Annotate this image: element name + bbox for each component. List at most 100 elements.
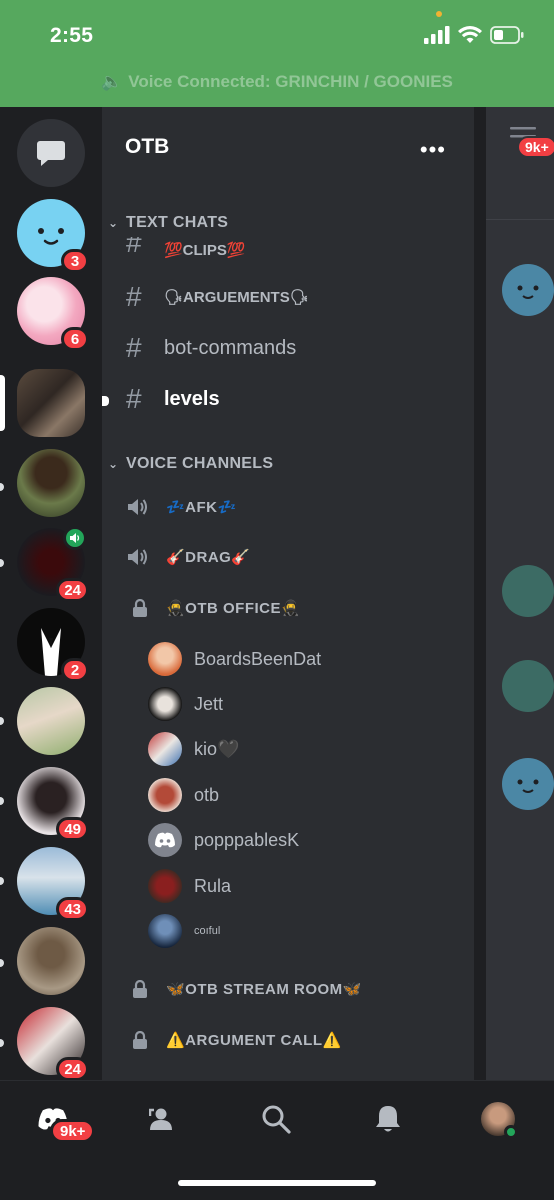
voice-member[interactable]: coıful xyxy=(148,912,220,950)
discord-logo-icon xyxy=(155,832,175,848)
voice-member[interactable]: kio🖤 xyxy=(148,730,239,768)
divider xyxy=(486,219,554,220)
privacy-indicator xyxy=(436,11,442,17)
unread-channel-indicator xyxy=(102,396,109,406)
channel-label: 🥷OTB OFFICE🥷 xyxy=(166,600,301,617)
channel-arguements[interactable]: # 🗣ARGUEMENTS🗣 xyxy=(126,277,309,317)
avatar xyxy=(148,869,182,903)
user-avatar xyxy=(481,1102,518,1139)
unread-indicator xyxy=(0,797,4,805)
hash-icon: # xyxy=(126,237,142,258)
unread-indicator xyxy=(0,559,4,567)
more-options-button[interactable]: ••• xyxy=(420,137,446,163)
tab-search[interactable] xyxy=(248,1099,304,1139)
battery-icon xyxy=(490,26,524,44)
server-icon[interactable]: 3 xyxy=(17,199,89,273)
guild-name[interactable]: OTB xyxy=(125,135,169,159)
chevron-down-icon: ⌄ xyxy=(108,457,119,471)
direct-messages-button[interactable] xyxy=(17,119,85,187)
selected-server-indicator xyxy=(0,375,5,431)
channel-panel: OTB ••• ⌄ TEXT CHATS # 💯CLIPS💯 # 🗣ARGUEM… xyxy=(102,107,474,1080)
server-icon[interactable]: 24 xyxy=(17,1007,89,1080)
hash-icon: # xyxy=(126,332,142,363)
speaker-icon xyxy=(70,533,80,543)
online-status-indicator xyxy=(504,1125,518,1139)
mention-badge: 24 xyxy=(56,1057,89,1080)
member-name: kio🖤 xyxy=(194,738,240,759)
member-name: otb xyxy=(194,784,220,805)
chevron-down-icon: ⌄ xyxy=(108,216,119,230)
voice-connected-text: Voice Connected: GRINCHIN / GOONIES xyxy=(128,72,453,91)
category-voice-channels[interactable]: ⌄ VOICE CHANNELS xyxy=(108,455,273,473)
category-text-chats[interactable]: ⌄ TEXT CHATS xyxy=(108,214,228,232)
hash-icon: # xyxy=(126,383,142,414)
voice-connected-banner[interactable]: 🔈 Voice Connected: GRINCHIN / GOONIES xyxy=(0,72,554,102)
server-icon[interactable]: 43 xyxy=(17,847,89,921)
server-icon[interactable]: 24 xyxy=(17,526,89,602)
channel-label: 💤AFK💤 xyxy=(166,499,237,516)
home-indicator[interactable] xyxy=(178,1180,376,1186)
voice-member[interactable]: popppablesK xyxy=(148,821,299,859)
server-icon[interactable] xyxy=(17,687,85,755)
server-icon[interactable] xyxy=(17,927,85,995)
server-icon[interactable]: 49 xyxy=(17,767,89,841)
channel-levels[interactable]: # levels xyxy=(126,379,220,419)
mention-badge: 3 xyxy=(61,249,89,273)
chat-peek-panel[interactable]: 9k+ xyxy=(474,107,554,1080)
voice-channel-otb-office[interactable]: 🥷OTB OFFICE🥷 xyxy=(126,588,300,628)
server-icon[interactable]: 2 xyxy=(17,608,89,682)
speaker-icon xyxy=(126,497,166,517)
unread-indicator xyxy=(0,1039,4,1047)
server-icon-otb[interactable] xyxy=(17,369,85,437)
unread-indicator xyxy=(0,717,4,725)
lock-icon xyxy=(126,980,166,998)
voice-channel-argument-call[interactable]: ⚠️ARGUMENT CALL⚠️ xyxy=(126,1020,342,1060)
avatar xyxy=(148,914,182,948)
member-name: Jett xyxy=(194,693,224,714)
tab-friends[interactable] xyxy=(136,1099,192,1139)
member-name: BoardsBeenDat xyxy=(194,648,322,669)
voice-member[interactable]: BoardsBeenDat xyxy=(148,640,321,678)
server-rail: 3 6 24 2 49 43 24 xyxy=(0,107,102,1080)
wifi-icon xyxy=(458,26,482,43)
speaker-icon: 🔈 xyxy=(101,72,123,91)
avatar xyxy=(148,732,182,766)
member-name: Rula xyxy=(194,875,232,896)
message-avatar xyxy=(502,565,554,617)
channel-label: 🎸DRAG🎸 xyxy=(166,549,251,566)
server-icon[interactable]: 6 xyxy=(17,277,89,351)
channel-bot-commands[interactable]: # bot-commands xyxy=(126,328,296,368)
mention-badge: 2 xyxy=(61,658,89,682)
hash-icon: # xyxy=(126,281,142,312)
server-icon[interactable] xyxy=(17,449,85,517)
tab-profile[interactable] xyxy=(470,1099,526,1139)
voice-member[interactable]: Rula xyxy=(148,867,231,905)
search-icon xyxy=(262,1105,291,1134)
speaker-icon xyxy=(126,547,166,567)
message-avatar xyxy=(502,264,554,316)
voice-member[interactable]: Jett xyxy=(148,685,223,723)
voice-active-badge xyxy=(63,526,87,550)
tab-notifications[interactable] xyxy=(360,1099,416,1139)
mention-badge: 6 xyxy=(61,327,89,351)
channel-label: 🦋OTB STREAM ROOM🦋 xyxy=(166,981,362,998)
voice-channel-drag[interactable]: 🎸DRAG🎸 xyxy=(126,537,251,577)
channel-label: levels xyxy=(164,387,220,410)
unread-indicator xyxy=(0,483,4,491)
status-time: 2:55 xyxy=(50,24,94,47)
channel-clips[interactable]: # 💯CLIPS💯 xyxy=(126,237,246,259)
mention-badge: 49 xyxy=(56,817,89,841)
voice-member[interactable]: otb xyxy=(148,776,219,814)
status-bar: 2:55 🔈 Voice Connected: GRINCHIN / GOONIE… xyxy=(0,0,554,107)
voice-channel-otb-stream-room[interactable]: 🦋OTB STREAM ROOM🦋 xyxy=(126,969,362,1009)
cellular-signal-icon xyxy=(424,26,450,44)
unread-indicator xyxy=(0,959,4,967)
lock-icon xyxy=(126,599,166,617)
chat-bubble-icon xyxy=(37,141,65,166)
voice-channel-afk[interactable]: 💤AFK💤 xyxy=(126,487,237,527)
lock-icon xyxy=(126,1031,166,1049)
avatar xyxy=(148,642,182,676)
system-icons xyxy=(424,26,524,44)
channel-label: ⚠️ARGUMENT CALL⚠️ xyxy=(166,1032,342,1049)
mention-badge: 24 xyxy=(56,578,89,602)
